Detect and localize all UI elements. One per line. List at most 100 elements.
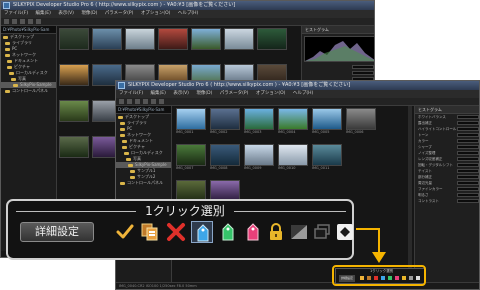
menu-view[interactable]: 表示(V) bbox=[173, 91, 189, 96]
toolbar-btn[interactable] bbox=[12, 19, 17, 24]
toolbar-btn[interactable] bbox=[119, 99, 124, 104]
tree-item[interactable]: コントロールパネル bbox=[1, 88, 56, 94]
thumbnail[interactable]: IMG_0002 bbox=[210, 108, 240, 134]
layered-pages-icon[interactable] bbox=[139, 221, 161, 243]
check-icon[interactable] bbox=[114, 221, 136, 243]
control-field[interactable] bbox=[457, 199, 479, 203]
blue-tag-icon[interactable] bbox=[191, 221, 213, 243]
control-field[interactable] bbox=[457, 187, 479, 191]
thumbnail[interactable]: IMG_0003 bbox=[244, 108, 274, 134]
control-field[interactable] bbox=[457, 163, 479, 167]
thumbnail[interactable] bbox=[125, 28, 155, 50]
toolbar-btn[interactable] bbox=[28, 19, 33, 24]
tone-icon[interactable] bbox=[288, 221, 310, 243]
thumbnail[interactable] bbox=[59, 64, 89, 86]
thumbnail-image bbox=[59, 28, 89, 50]
control-field[interactable] bbox=[457, 127, 479, 131]
menu-file[interactable]: ファイル(F) bbox=[119, 91, 143, 96]
back-path-field[interactable]: D:¥Photo¥SilkyPix-Sam bbox=[1, 26, 56, 34]
histogram-graph bbox=[305, 41, 374, 61]
thumbnail[interactable]: IMG_0009 bbox=[244, 144, 274, 170]
toolbar-btn[interactable] bbox=[151, 99, 156, 104]
back-menubar: ファイル(F) 編集(E) 表示(V) 現像(D) パラメータ(P) オプション… bbox=[1, 10, 374, 18]
reject-x-icon[interactable] bbox=[165, 221, 187, 243]
thumbnail[interactable]: IMG_0001 bbox=[176, 108, 206, 134]
toolbar-btn[interactable] bbox=[36, 19, 41, 24]
front-right-panel: ヒストグラム ホワイトバランス 露出補正 ハイライトコントロール トーン カラー… bbox=[414, 106, 479, 285]
thumbnail[interactable] bbox=[257, 28, 287, 50]
menu-edit[interactable]: 編集(E) bbox=[151, 91, 166, 96]
control-field[interactable] bbox=[457, 139, 479, 143]
folder-icon bbox=[130, 175, 135, 179]
menu-develop[interactable]: 現像(D) bbox=[196, 91, 212, 96]
green-tag-icon[interactable] bbox=[217, 221, 239, 243]
thumbnail[interactable] bbox=[92, 28, 122, 50]
thumbnail-image bbox=[59, 64, 89, 86]
toolbar-btn[interactable] bbox=[143, 99, 148, 104]
app-icon bbox=[118, 82, 125, 89]
control-field[interactable] bbox=[457, 157, 479, 161]
folder-icon bbox=[126, 157, 131, 161]
tree-item[interactable]: コントロールパネル bbox=[116, 180, 171, 186]
control-field[interactable] bbox=[352, 71, 374, 75]
control-field[interactable] bbox=[457, 115, 479, 119]
thumbnail[interactable]: IMG_0008 bbox=[210, 144, 240, 170]
thumbnail[interactable] bbox=[59, 100, 89, 122]
title-rule-left bbox=[16, 211, 136, 212]
detail-settings-button[interactable]: 詳細設定 bbox=[20, 222, 94, 242]
menu-help[interactable]: ヘルプ(H) bbox=[293, 91, 313, 96]
menu-parameter[interactable]: パラメータ(P) bbox=[220, 91, 249, 96]
thumbnail[interactable]: IMG_0006 bbox=[346, 108, 376, 134]
mini-bar-highlight bbox=[332, 265, 426, 286]
front-path-field[interactable]: D:¥Photo¥SilkyPix-Sam bbox=[116, 106, 171, 114]
control-field[interactable] bbox=[457, 193, 479, 197]
control-field[interactable] bbox=[457, 121, 479, 125]
callout-arrow-line bbox=[356, 228, 380, 230]
folder-icon bbox=[5, 89, 10, 93]
thumbnail[interactable] bbox=[59, 136, 89, 158]
thumbnail[interactable] bbox=[224, 28, 254, 50]
toolbar-btn[interactable] bbox=[20, 19, 25, 24]
folder-icon bbox=[124, 151, 129, 155]
control-field[interactable] bbox=[457, 169, 479, 173]
toolbar-btn[interactable] bbox=[135, 99, 140, 104]
menu-parameter[interactable]: パラメータ(P) bbox=[105, 11, 134, 16]
control-field[interactable] bbox=[457, 145, 479, 149]
thumbnail[interactable]: IMG_0004 bbox=[278, 108, 308, 134]
thumbnail-caption: IMG_0005 bbox=[312, 130, 330, 134]
menu-develop[interactable]: 現像(D) bbox=[81, 11, 97, 16]
menu-edit[interactable]: 編集(E) bbox=[36, 11, 51, 16]
menu-view[interactable]: 表示(V) bbox=[58, 11, 74, 16]
thumbnail[interactable] bbox=[59, 28, 89, 50]
toolbar-btn[interactable] bbox=[159, 99, 164, 104]
thumbnail-caption: IMG_0008 bbox=[210, 166, 228, 170]
panel-row[interactable]: コントラスト bbox=[415, 198, 479, 204]
thumbnail-image bbox=[176, 108, 206, 130]
thumbnail-scrollbar[interactable] bbox=[408, 106, 412, 285]
thumbnail-caption: IMG_0010 bbox=[278, 166, 296, 170]
front-histogram-header: ヒストグラム bbox=[415, 106, 479, 114]
menu-option[interactable]: オプション(O) bbox=[256, 91, 286, 96]
folder-icon bbox=[3, 35, 8, 39]
gem-icon[interactable] bbox=[334, 221, 356, 243]
stack-icon[interactable] bbox=[311, 221, 333, 243]
control-field[interactable] bbox=[457, 181, 479, 185]
toolbar-btn[interactable] bbox=[4, 19, 9, 24]
control-field[interactable] bbox=[457, 175, 479, 179]
lock-icon[interactable] bbox=[265, 221, 287, 243]
menu-file[interactable]: ファイル(F) bbox=[4, 11, 28, 16]
thumbnail[interactable]: IMG_0007 bbox=[176, 144, 206, 170]
thumbnail[interactable]: IMG_0010 bbox=[278, 144, 308, 170]
thumbnail-image bbox=[176, 144, 206, 166]
control-field[interactable] bbox=[352, 65, 374, 69]
menu-help[interactable]: ヘルプ(H) bbox=[178, 11, 198, 16]
control-field[interactable] bbox=[457, 151, 479, 155]
menu-option[interactable]: オプション(O) bbox=[141, 11, 171, 16]
thumbnail[interactable]: IMG_0005 bbox=[312, 108, 342, 134]
thumbnail[interactable] bbox=[191, 28, 221, 50]
pink-tag-icon[interactable] bbox=[242, 221, 264, 243]
control-field[interactable] bbox=[457, 133, 479, 137]
thumbnail[interactable] bbox=[158, 28, 188, 50]
toolbar-btn[interactable] bbox=[127, 99, 132, 104]
thumbnail[interactable]: IMG_0011 bbox=[312, 144, 342, 170]
